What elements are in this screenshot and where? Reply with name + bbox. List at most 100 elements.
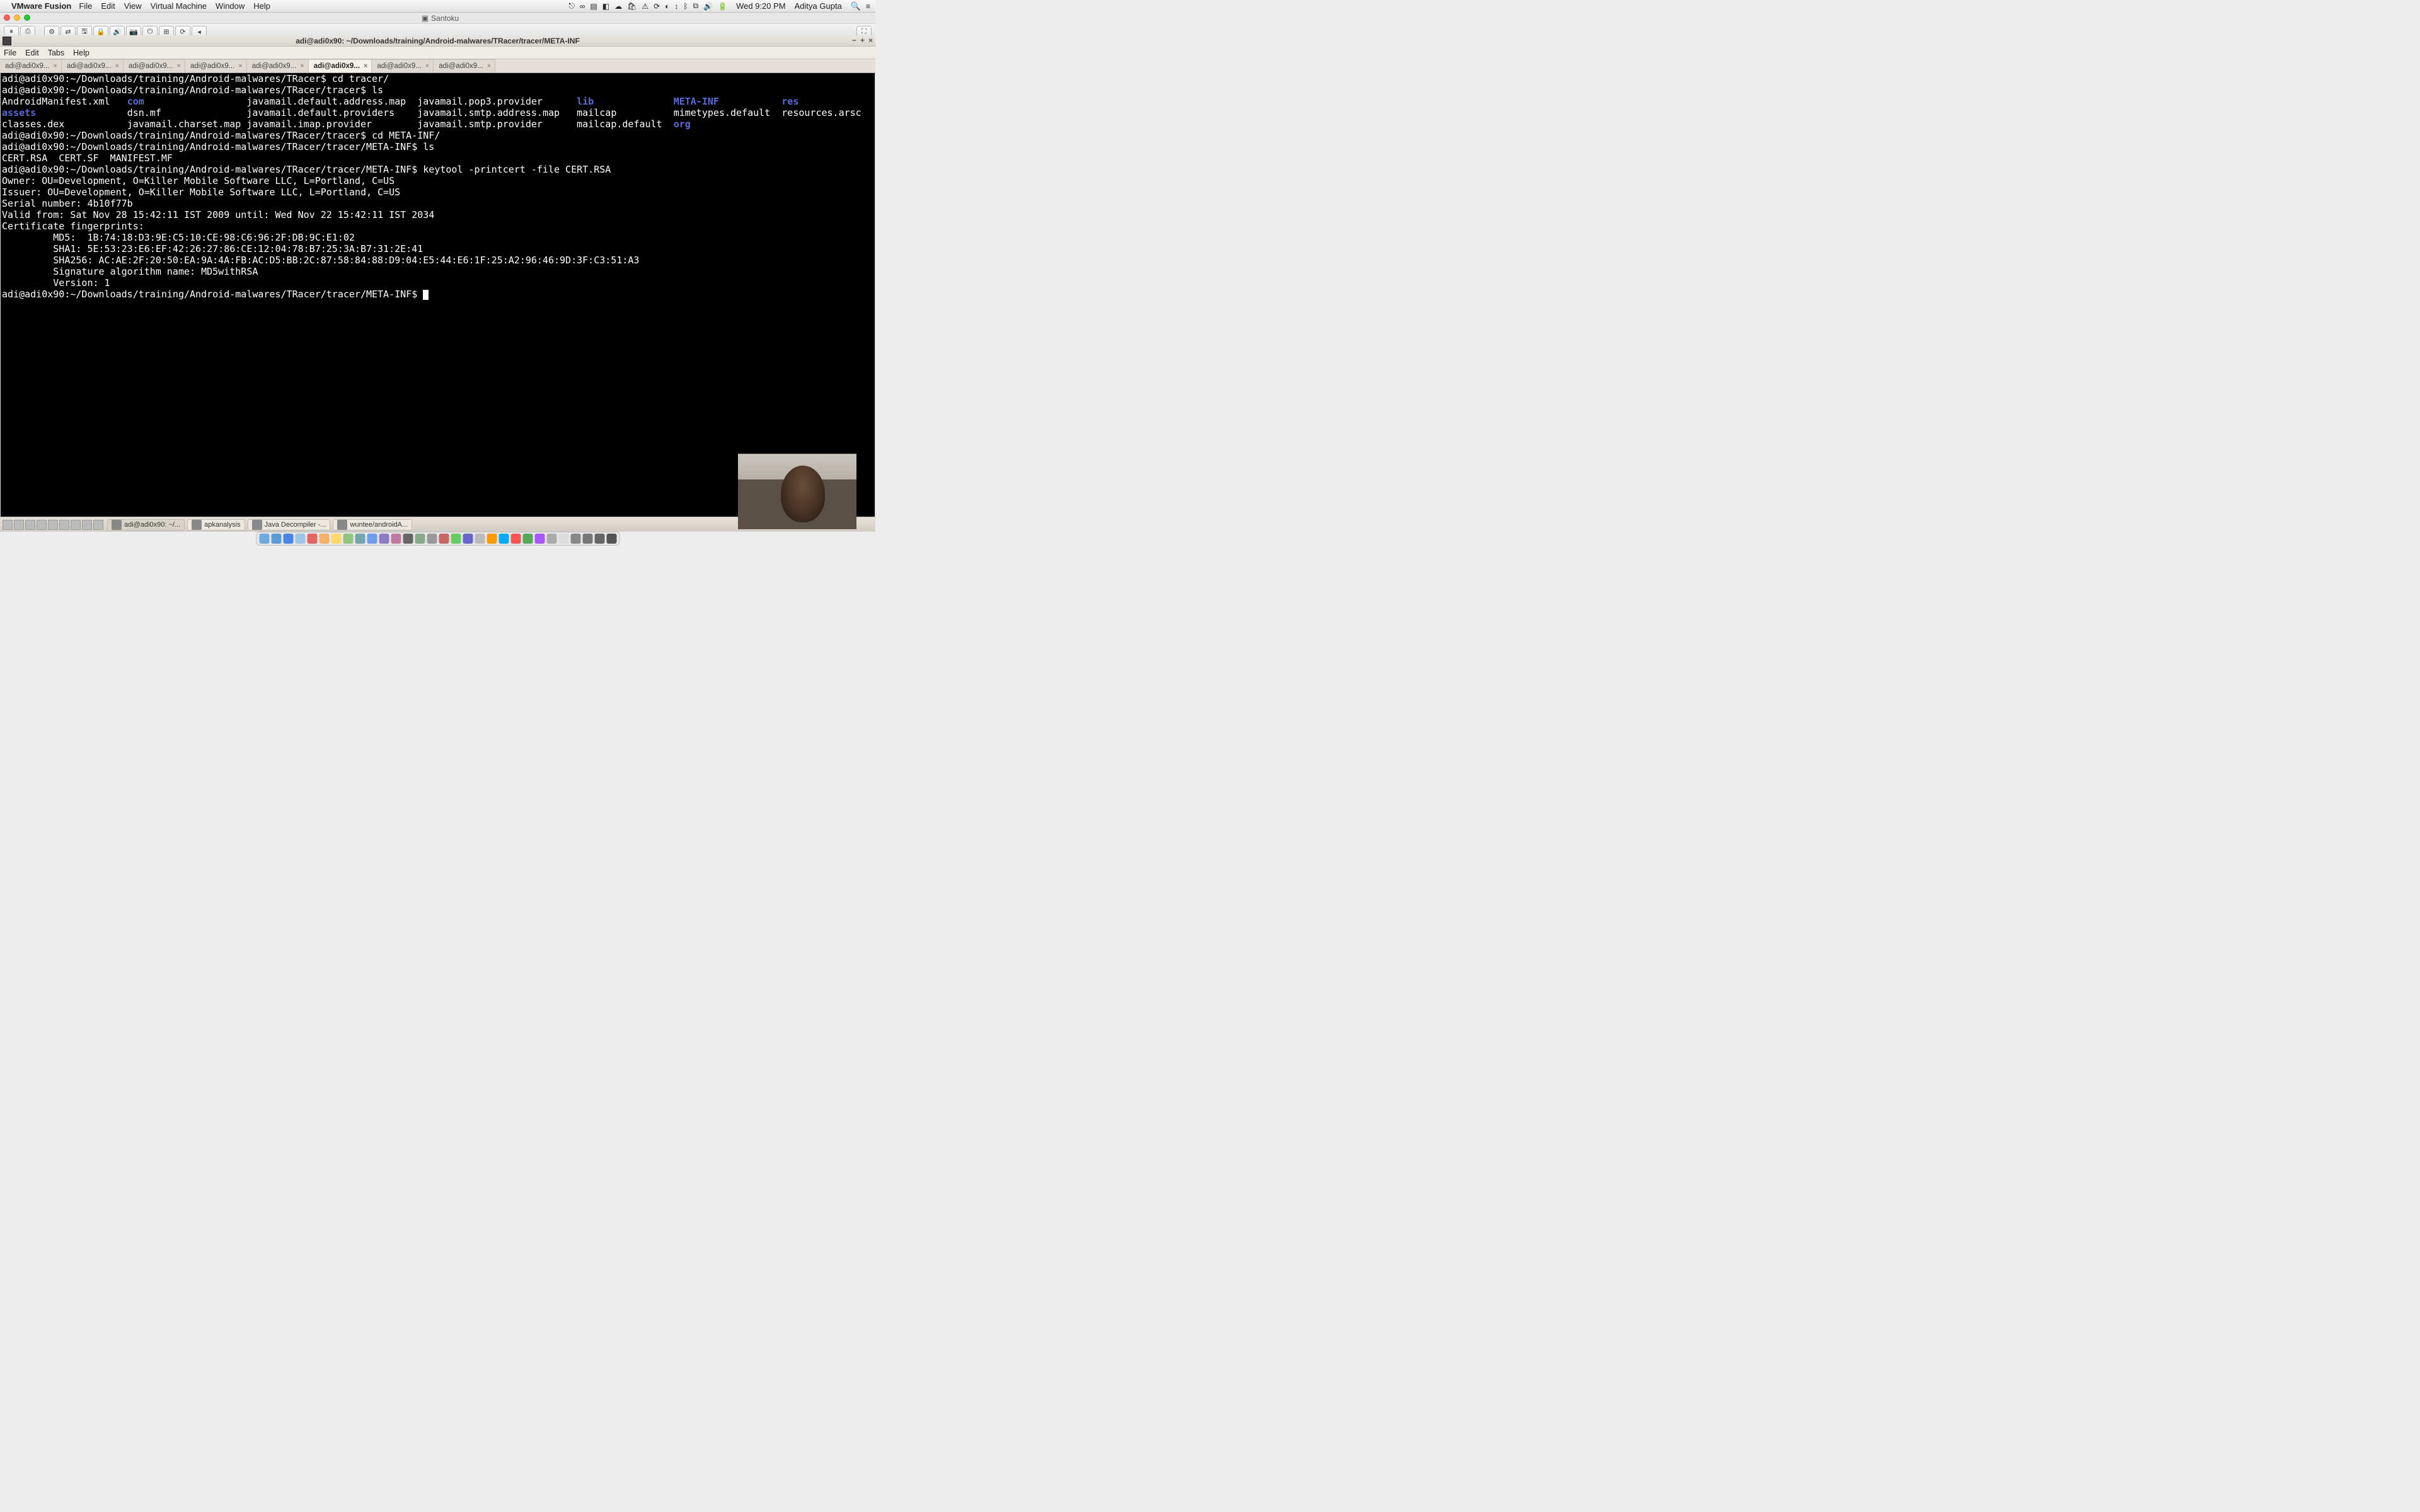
status-icon[interactable]: ◧ xyxy=(602,2,609,11)
term-menu-edit[interactable]: Edit xyxy=(25,49,39,57)
launcher-icon[interactable] xyxy=(3,520,13,530)
menu-help[interactable]: Help xyxy=(253,1,270,11)
user-name[interactable]: Aditya Gupta xyxy=(795,1,842,11)
term-menu-file[interactable]: File xyxy=(4,49,16,57)
tab-close-icon[interactable]: × xyxy=(487,62,491,70)
terminal-titlebar[interactable]: adi@adi0x90: ~/Downloads/training/Androi… xyxy=(0,35,875,47)
dock-app-icon[interactable] xyxy=(534,534,544,544)
dock-app-icon[interactable] xyxy=(475,534,485,544)
dock-app-icon[interactable] xyxy=(367,534,377,544)
tab-close-icon[interactable]: × xyxy=(300,62,304,70)
zoom-window-button[interactable] xyxy=(24,14,30,21)
tab-close-icon[interactable]: × xyxy=(115,62,118,70)
menu-file[interactable]: File xyxy=(79,1,92,11)
tab-close-icon[interactable]: × xyxy=(425,62,429,70)
taskbar-item[interactable]: wuntee/androidA... xyxy=(333,519,412,530)
volume-icon[interactable]: 🔊 xyxy=(703,2,713,11)
status-icon[interactable]: ▤ xyxy=(590,2,597,11)
dock-app-icon[interactable] xyxy=(259,534,269,544)
dock-app-icon[interactable] xyxy=(295,534,305,544)
window-traffic-lights xyxy=(4,14,30,21)
wifi-icon[interactable]: ⧉ xyxy=(693,1,699,11)
dock-app-icon[interactable] xyxy=(558,534,568,544)
dock-app-icon[interactable] xyxy=(331,534,341,544)
terminal-tab-label: adi@adi0x9... xyxy=(252,62,297,70)
status-icon[interactable]: ∞ xyxy=(580,2,585,11)
dock-app-icon[interactable] xyxy=(487,534,497,544)
launcher-icon[interactable] xyxy=(93,520,103,530)
terminal-tab[interactable]: adi@adi0x9...× xyxy=(185,59,247,72)
dock-app-icon[interactable] xyxy=(510,534,521,544)
notification-center-icon[interactable]: ≡ xyxy=(866,2,870,11)
status-icon[interactable]: ☁ xyxy=(614,2,622,11)
launcher-icon[interactable] xyxy=(25,520,35,530)
term-menu-tabs[interactable]: Tabs xyxy=(48,49,64,57)
dock-app-icon[interactable] xyxy=(427,534,437,544)
status-icon[interactable]: ↕ xyxy=(674,2,678,11)
launcher-icon[interactable] xyxy=(37,520,47,530)
taskbar-item-label: apkanalysis xyxy=(204,521,240,529)
spotlight-icon[interactable]: 🔍 xyxy=(851,1,861,11)
status-icon[interactable]: ◐ xyxy=(665,2,669,11)
dock-app-icon[interactable] xyxy=(283,534,293,544)
menu-edit[interactable]: Edit xyxy=(101,1,115,11)
status-icon[interactable]: ⟳ xyxy=(654,2,660,11)
term-menu-help[interactable]: Help xyxy=(73,49,89,57)
menu-view[interactable]: View xyxy=(124,1,142,11)
dock-app-icon[interactable] xyxy=(463,534,473,544)
dock-app-icon[interactable] xyxy=(594,534,604,544)
launcher-icon[interactable] xyxy=(59,520,69,530)
minimize-window-button[interactable] xyxy=(14,14,20,21)
dock-app-icon[interactable] xyxy=(307,534,317,544)
terminal-tab[interactable]: adi@adi0x9...× xyxy=(0,59,62,72)
tab-close-icon[interactable]: × xyxy=(238,62,242,70)
terminal-tab[interactable]: adi@adi0x9...× xyxy=(434,59,495,72)
taskbar-item[interactable]: apkanalysis xyxy=(187,519,245,530)
status-icon-warning[interactable]: ⚠ xyxy=(642,2,648,11)
dock-app-icon[interactable] xyxy=(415,534,425,544)
launcher-icon[interactable] xyxy=(71,520,81,530)
close-icon[interactable]: × xyxy=(868,36,873,45)
taskbar-item[interactable]: Java Decompiler -... xyxy=(248,519,331,530)
minimize-icon[interactable]: − xyxy=(852,36,856,45)
dock-app-icon[interactable] xyxy=(379,534,389,544)
taskbar-item[interactable]: adi@adi0x90: ~/... xyxy=(107,519,185,530)
launcher-icon[interactable] xyxy=(14,520,24,530)
terminal-tab[interactable]: adi@adi0x9...× xyxy=(124,59,185,72)
bluetooth-icon[interactable]: ᛒ xyxy=(683,2,688,11)
terminal-tab[interactable]: adi@adi0x9...× xyxy=(372,59,434,72)
menu-window[interactable]: Window xyxy=(216,1,245,11)
dock-app-icon[interactable] xyxy=(498,534,509,544)
tab-close-icon[interactable]: × xyxy=(54,62,57,70)
launcher-icon[interactable] xyxy=(82,520,92,530)
terminal-tab[interactable]: adi@adi0x9...× xyxy=(309,59,372,72)
battery-icon[interactable]: 🔋 xyxy=(718,2,727,11)
dock-app-icon[interactable] xyxy=(319,534,329,544)
status-icon[interactable]: 🛍 xyxy=(627,2,637,11)
taskbar-launcher-icons xyxy=(3,520,103,530)
status-icon[interactable]: ⎋ xyxy=(568,1,575,11)
maximize-icon[interactable]: + xyxy=(860,36,865,45)
dock-app-icon[interactable] xyxy=(391,534,401,544)
dock-app-icon[interactable] xyxy=(403,534,413,544)
dock-app-icon[interactable] xyxy=(582,534,592,544)
close-window-button[interactable] xyxy=(4,14,10,21)
terminal-tab[interactable]: adi@adi0x9...× xyxy=(62,59,124,72)
dock-app-icon[interactable] xyxy=(355,534,365,544)
dock-app-icon[interactable] xyxy=(271,534,281,544)
dock-app-icon[interactable] xyxy=(570,534,580,544)
dock-app-icon[interactable] xyxy=(343,534,353,544)
menu-virtual-machine[interactable]: Virtual Machine xyxy=(151,1,207,11)
dock-app-icon[interactable] xyxy=(439,534,449,544)
tab-close-icon[interactable]: × xyxy=(364,62,367,70)
launcher-icon[interactable] xyxy=(48,520,58,530)
clock[interactable]: Wed 9:20 PM xyxy=(736,1,786,11)
terminal-tab[interactable]: adi@adi0x9...× xyxy=(247,59,309,72)
taskbar-item-label: Java Decompiler -... xyxy=(265,521,326,529)
app-name[interactable]: VMware Fusion xyxy=(11,1,71,11)
dock-app-icon[interactable] xyxy=(546,534,556,544)
tab-close-icon[interactable]: × xyxy=(176,62,180,70)
dock-app-icon[interactable] xyxy=(451,534,461,544)
dock-app-icon[interactable] xyxy=(606,534,616,544)
dock-app-icon[interactable] xyxy=(522,534,533,544)
